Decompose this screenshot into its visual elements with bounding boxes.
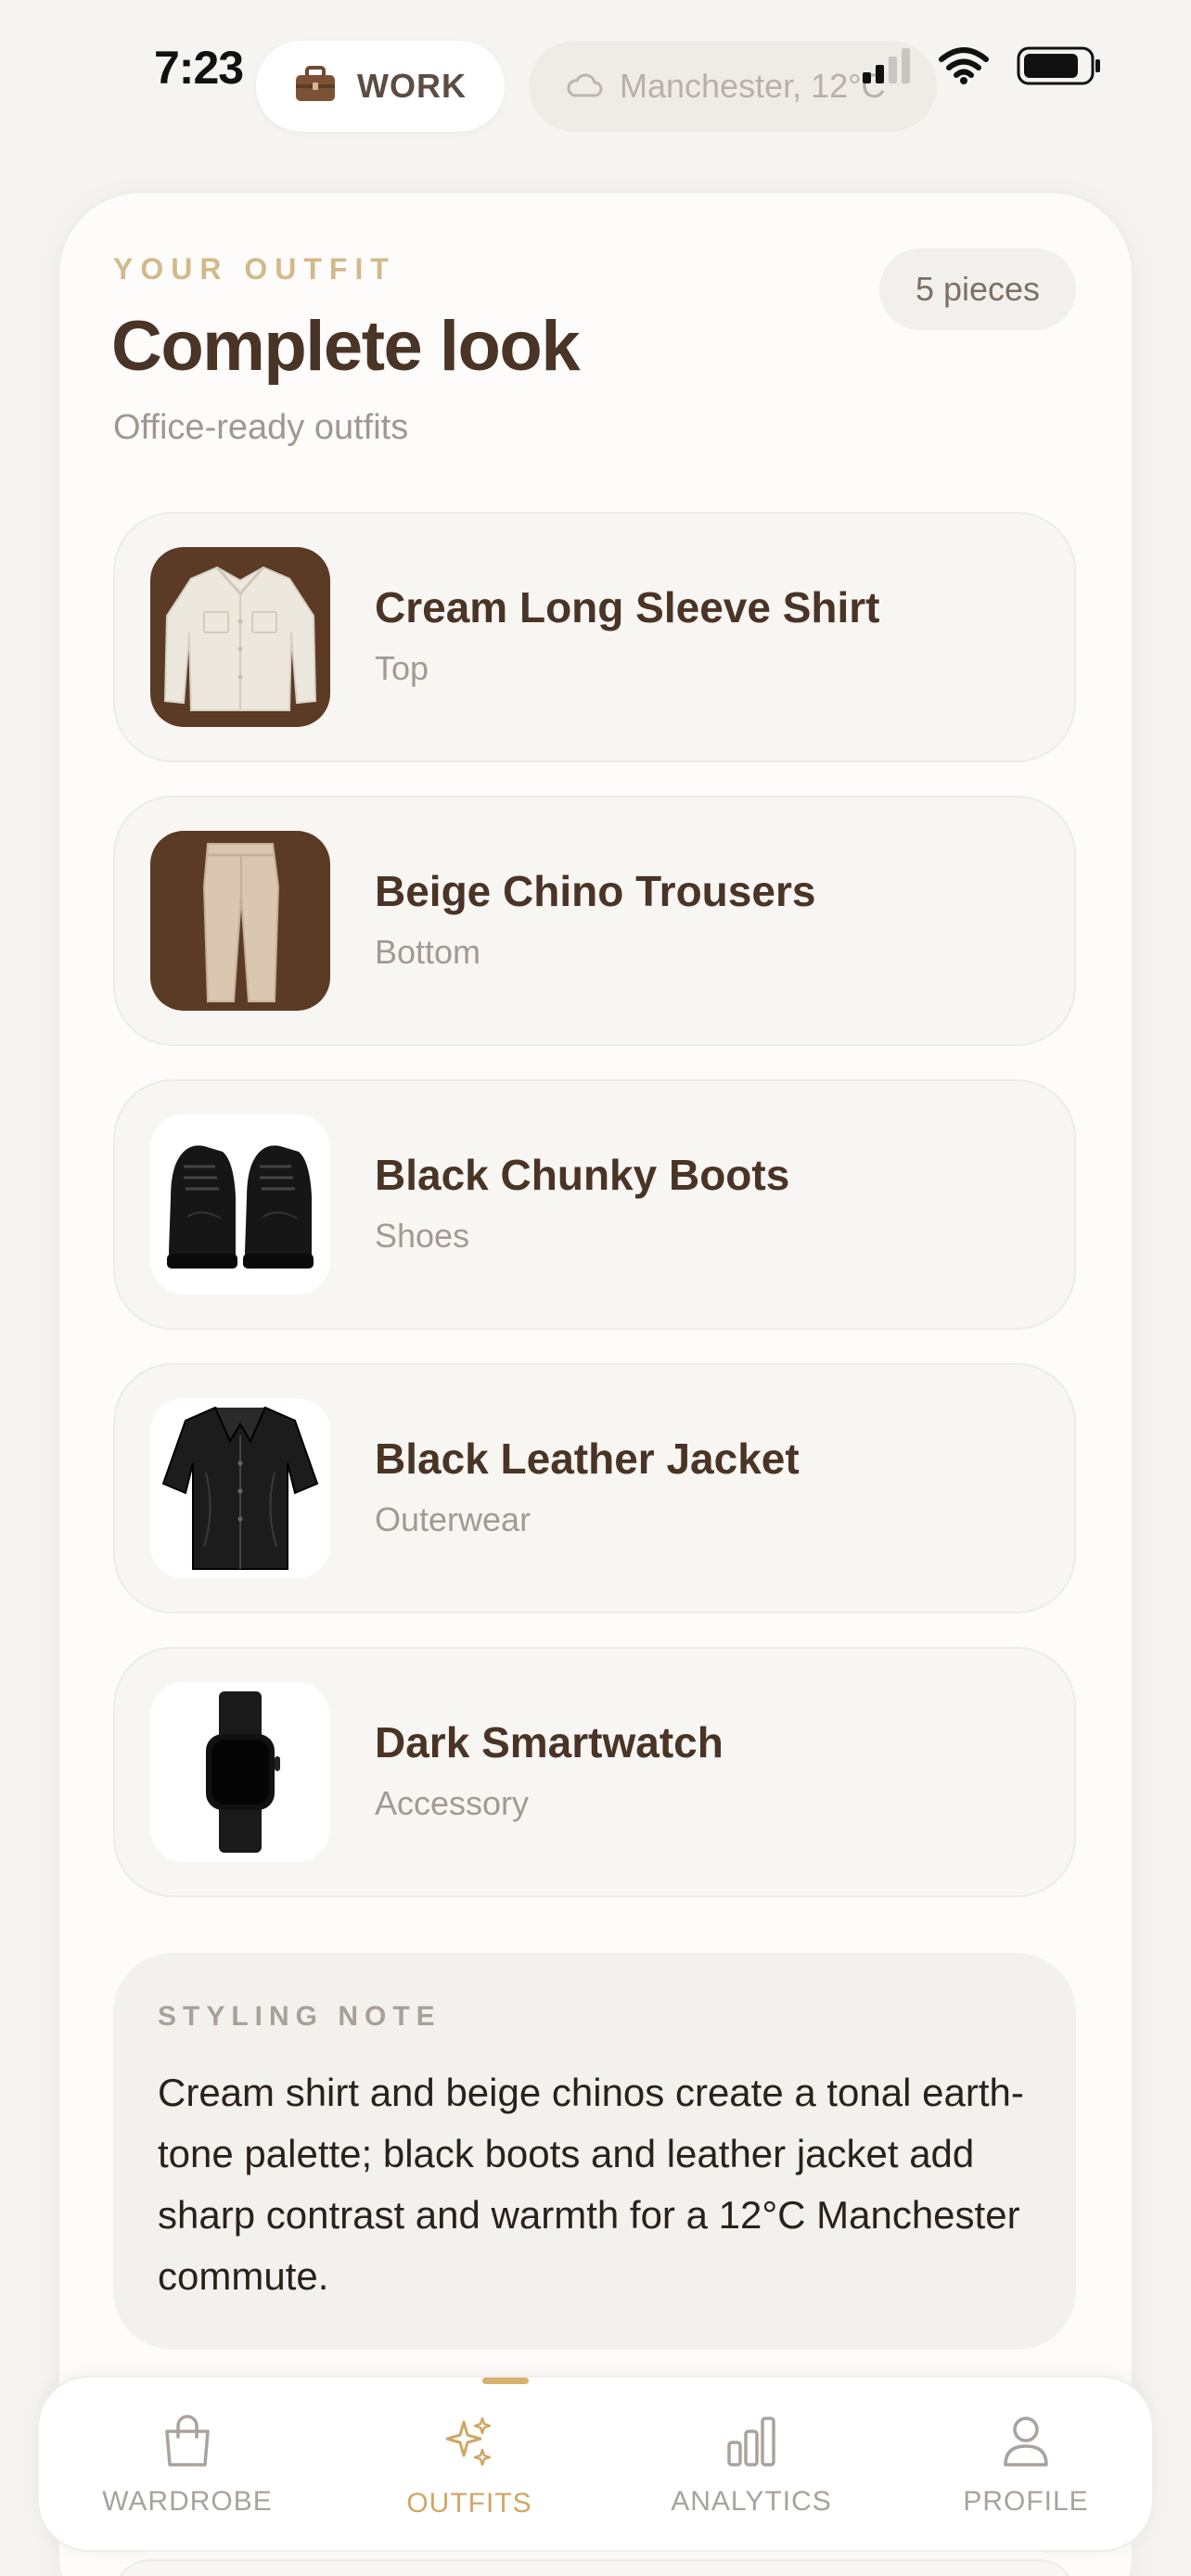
pieces-count-badge: 5 pieces [879, 249, 1076, 330]
wifi-icon [939, 47, 989, 89]
tab-bar: WARDROBE OUTFITS ANALYTICS PROFILE [37, 2376, 1154, 2552]
status-icons [863, 46, 1102, 90]
status-time: 7:23 [154, 42, 244, 94]
tab-analytics-label: ANALYTICS [671, 2486, 832, 2517]
cloud-icon [566, 71, 603, 102]
styling-note-text: Cream shirt and beige chinos create a to… [158, 2071, 1024, 2298]
tab-wardrobe-label: WARDROBE [102, 2486, 273, 2517]
item-name: Dark Smartwatch [375, 1718, 724, 1766]
work-mode-label: WORK [357, 67, 467, 105]
item-category: Shoes [375, 1217, 470, 1255]
item-name: Black Leather Jacket [375, 1435, 800, 1483]
battery-icon [1017, 46, 1102, 90]
outfit-item[interactable]: Black Leather Jacket Outerwear [113, 1363, 1076, 1613]
item-category: Bottom [375, 933, 481, 971]
outfit-item[interactable]: Black Chunky Boots Shoes [113, 1079, 1076, 1330]
item-name: Black Chunky Boots [375, 1151, 790, 1199]
boots-icon [150, 1115, 330, 1294]
styling-note-eyebrow: STYLING NOTE [158, 2001, 442, 2032]
cellular-signal-icon [863, 48, 911, 88]
item-name: Beige Chino Trousers [375, 867, 816, 915]
trousers-icon [150, 831, 330, 1011]
outfit-item[interactable]: Dark Smartwatch Accessory [113, 1647, 1076, 1897]
active-tab-indicator [482, 2378, 529, 2384]
briefcase-icon [294, 65, 337, 108]
shirt-icon [150, 547, 330, 727]
item-category: Top [375, 649, 429, 687]
item-name: Cream Long Sleeve Shirt [375, 583, 880, 631]
person-icon [1000, 2415, 1052, 2473]
sparkles-icon [442, 2415, 497, 2475]
outfit-item[interactable]: Cream Long Sleeve Shirt Top [113, 512, 1076, 762]
shopping-bag-icon [161, 2415, 213, 2473]
next-card-peek [113, 2559, 1076, 2576]
tab-profile[interactable]: PROFILE [915, 2415, 1137, 2518]
tab-outfits[interactable]: OUTFITS [358, 2415, 581, 2519]
tab-profile-label: PROFILE [963, 2486, 1089, 2517]
outfit-item[interactable]: Beige Chino Trousers Bottom [113, 796, 1076, 1046]
outfit-eyebrow: YOUR OUTFIT [113, 252, 396, 286]
jacket-icon [150, 1398, 330, 1578]
item-category: Accessory [375, 1784, 530, 1822]
item-category: Outerwear [375, 1500, 531, 1538]
smartwatch-icon [150, 1682, 330, 1862]
tab-wardrobe[interactable]: WARDROBE [76, 2415, 299, 2518]
bar-chart-icon [725, 2415, 777, 2473]
page-subtitle: Office-ready outfits [113, 408, 409, 447]
work-mode-pill[interactable]: WORK [256, 41, 505, 132]
tab-analytics[interactable]: ANALYTICS [640, 2415, 863, 2518]
weather-label: Manchester, 12°C [620, 67, 886, 105]
page-title: Complete look [111, 307, 581, 386]
styling-note-card: STYLING NOTE Cream shirt and beige chino… [113, 1953, 1076, 2350]
tab-outfits-label: OUTFITS [406, 2488, 532, 2519]
